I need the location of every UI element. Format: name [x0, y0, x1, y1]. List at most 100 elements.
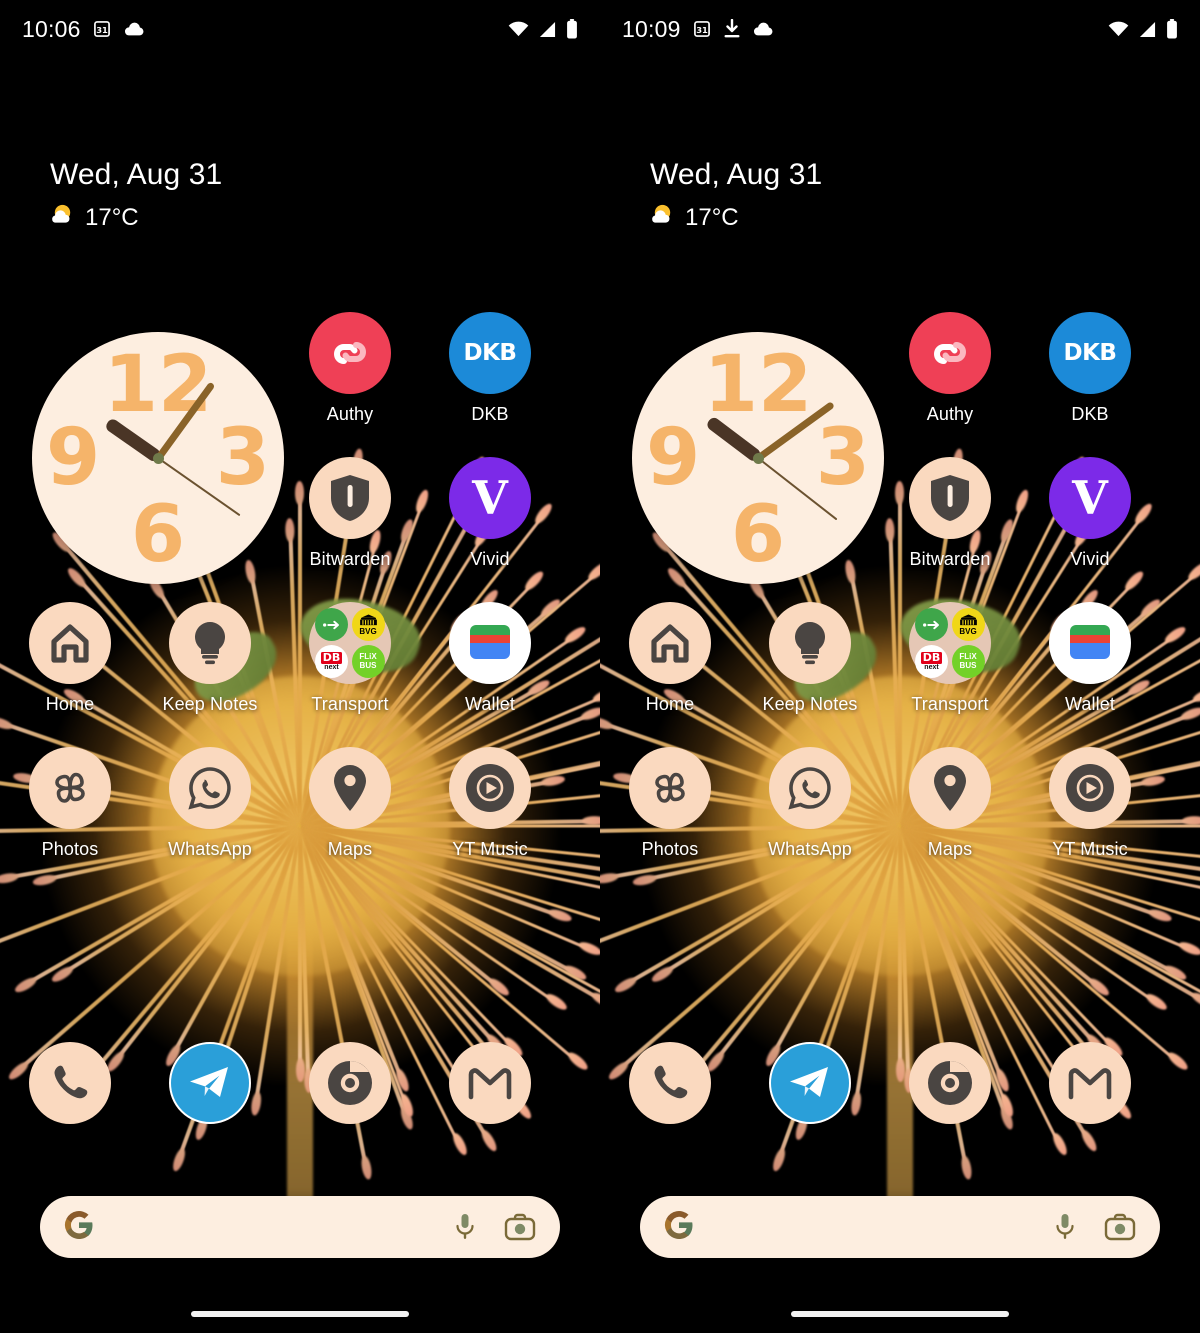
app-keep-notes[interactable]: Keep Notes: [740, 602, 880, 715]
status-bar: 10:09 31: [600, 0, 1200, 58]
dkb-icon: DKB: [1049, 312, 1131, 394]
telegram-paper-plane-icon: [169, 1042, 251, 1124]
whatsapp-icon: [169, 747, 251, 829]
app-authy[interactable]: Authy: [280, 312, 420, 425]
app-row: Home Keep Notes BVG DB next FLiX BUS Tra…: [0, 602, 600, 715]
dock: [0, 1042, 600, 1124]
google-g-icon: [664, 1210, 694, 1245]
app-maps[interactable]: Maps: [280, 747, 420, 860]
jelbi-icon: [315, 608, 348, 642]
app-label: Wallet: [465, 694, 515, 714]
phone-handset-icon: [629, 1042, 711, 1124]
svg-text:31: 31: [96, 25, 108, 35]
authy-icon: [909, 312, 991, 394]
app-label: Bitwarden: [909, 549, 991, 569]
flixbus-icon: FLiX BUS: [351, 644, 385, 678]
yt-music-play-icon: [1049, 747, 1131, 829]
microphone-icon[interactable]: [1052, 1212, 1078, 1242]
status-bar-clock: 10:09: [622, 15, 681, 42]
vivid-icon: V: [1049, 457, 1131, 539]
glance-weather: 17°C: [650, 202, 822, 234]
app-whatsapp[interactable]: WhatsApp: [140, 747, 280, 860]
photos-pinwheel-icon: [29, 747, 111, 829]
authy-icon: [309, 312, 391, 394]
dock-app-chrome[interactable]: [880, 1042, 1020, 1124]
dock-app-phone[interactable]: [600, 1042, 740, 1124]
app-keep-notes[interactable]: Keep Notes: [140, 602, 280, 715]
app-whatsapp[interactable]: WhatsApp: [740, 747, 880, 860]
app-label: WhatsApp: [168, 839, 252, 859]
vivid-icon: V: [449, 457, 531, 539]
signal-icon: [1138, 21, 1157, 38]
dock-app-gmail[interactable]: [1020, 1042, 1160, 1124]
home-screen-panel-right: 10:09 31 Wed, Aug 31 17°C 12 3 6 9 Authy…: [600, 0, 1200, 1333]
app-label: Bitwarden: [309, 549, 391, 569]
app-authy[interactable]: Authy: [880, 312, 1020, 425]
app-row: Bitwarden V Vivid: [600, 457, 1200, 570]
flixbus-icon: FLiX BUS: [951, 644, 985, 678]
app-photos[interactable]: Photos: [0, 747, 140, 860]
home-gesture-pill[interactable]: [191, 1311, 409, 1317]
dock-app-gmail[interactable]: [420, 1042, 560, 1124]
camera-lens-icon[interactable]: [504, 1213, 536, 1241]
app-label: Transport: [311, 694, 389, 714]
dock-app-telegram[interactable]: [140, 1042, 280, 1124]
status-bar: 10:06 31: [0, 0, 600, 58]
search-input[interactable]: [694, 1215, 1026, 1239]
at-a-glance-widget[interactable]: Wed, Aug 31 17°C: [50, 158, 222, 234]
app-vivid[interactable]: V Vivid: [1020, 457, 1160, 570]
app-label: Vivid: [470, 549, 510, 569]
google-g-icon: [64, 1210, 94, 1245]
google-search-bar[interactable]: [40, 1196, 560, 1258]
search-input[interactable]: [94, 1215, 426, 1239]
flix-label: FLiX: [359, 652, 377, 662]
sun-behind-cloud-icon: [50, 202, 75, 234]
google-search-bar[interactable]: [640, 1196, 1160, 1258]
bvg-icon: BVG: [351, 608, 385, 642]
app-label: Authy: [326, 404, 374, 424]
app-maps[interactable]: Maps: [880, 747, 1020, 860]
app-grid: Authy DKB DKB Bitwarden V Vivid Home Kee…: [0, 300, 600, 860]
dock-app-telegram[interactable]: [740, 1042, 880, 1124]
gmail-m-icon: [449, 1042, 531, 1124]
dock-app-phone[interactable]: [0, 1042, 140, 1124]
glance-date: Wed, Aug 31: [650, 158, 823, 191]
app-yt-music[interactable]: YT Music: [1020, 747, 1160, 860]
app-grid: Authy DKB DKB Bitwarden V Vivid Home Kee…: [600, 300, 1200, 860]
app-label: Maps: [927, 839, 973, 859]
app-bitwarden[interactable]: Bitwarden: [280, 457, 420, 570]
folder-transport[interactable]: BVG DB next FLiX BUS Transport: [880, 602, 1020, 715]
folder-icon: BVG DB next FLiX BUS: [309, 602, 391, 684]
bitwarden-shield-icon: [309, 457, 391, 539]
app-dkb[interactable]: DKB DKB: [1020, 312, 1160, 425]
telegram-paper-plane-icon: [769, 1042, 851, 1124]
cloud-icon: [123, 21, 145, 37]
app-dkb[interactable]: DKB DKB: [420, 312, 560, 425]
folder-transport[interactable]: BVG DB next FLiX BUS Transport: [280, 602, 420, 715]
app-bitwarden[interactable]: Bitwarden: [880, 457, 1020, 570]
app-home[interactable]: Home: [0, 602, 140, 715]
glance-weather: 17°C: [50, 202, 222, 234]
app-yt-music[interactable]: YT Music: [420, 747, 560, 860]
gmail-m-icon: [1049, 1042, 1131, 1124]
dock-app-chrome[interactable]: [280, 1042, 420, 1124]
wifi-icon: [508, 21, 529, 37]
app-photos[interactable]: Photos: [600, 747, 740, 860]
home-gesture-pill[interactable]: [791, 1311, 1009, 1317]
app-label: Keep Notes: [762, 694, 858, 714]
db-next-icon: DB next: [315, 644, 348, 678]
chrome-icon: [309, 1042, 391, 1124]
app-row: Authy DKB DKB: [0, 312, 600, 425]
db-sublabel: next: [924, 663, 939, 671]
app-vivid[interactable]: V Vivid: [420, 457, 560, 570]
app-wallet[interactable]: Wallet: [1020, 602, 1160, 715]
db-label: DB: [320, 650, 343, 664]
glance-temperature: 17°C: [85, 204, 139, 231]
app-wallet[interactable]: Wallet: [420, 602, 560, 715]
microphone-icon[interactable]: [452, 1212, 478, 1242]
at-a-glance-widget[interactable]: Wed, Aug 31 17°C: [650, 158, 822, 234]
bvg-icon: BVG: [951, 608, 985, 642]
app-home[interactable]: Home: [600, 602, 740, 715]
camera-lens-icon[interactable]: [1104, 1213, 1136, 1241]
db-next-icon: DB next: [915, 644, 948, 678]
